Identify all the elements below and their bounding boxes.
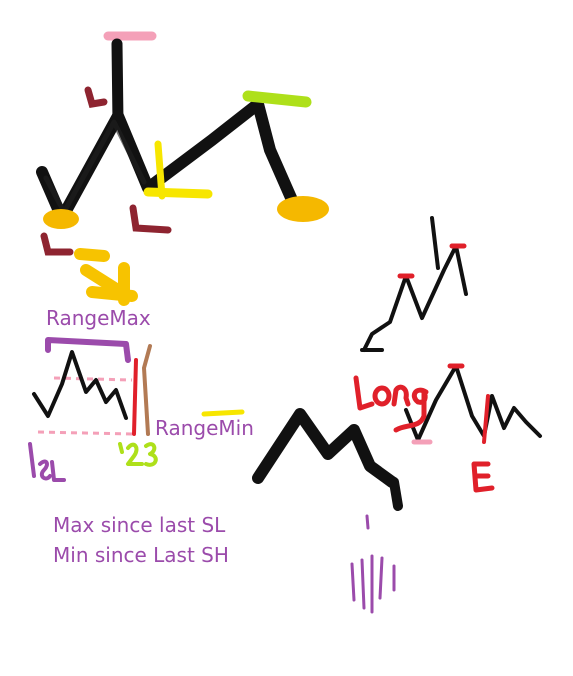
e-handwriting [471,461,495,493]
sl-handwriting [28,442,66,482]
middle-thick-zigzag [252,408,398,488]
range-min-yellow-dash [201,409,245,417]
range-max-label: RangeMax [46,306,151,330]
long-handwriting [353,375,429,433]
right-upper-spike [430,216,440,270]
brown-vertical-mark [141,344,152,436]
max-since-last-sl-note: Max since last SL [53,513,226,537]
range-min-label: RangeMin [155,416,254,440]
gold-blob-right [277,196,329,222]
gold-blob-left [43,209,79,229]
dark-red-mark-upper [84,86,108,108]
black-zigzag-left [36,98,298,224]
lime-cap-mark [242,90,312,108]
dark-red-mark-left [40,232,74,256]
right-upper-sketch [360,216,468,352]
dark-red-mark-mid [129,204,172,234]
sketch-canvas [28,31,542,614]
number-handwriting [118,442,158,467]
red-vertical-entry [482,394,490,444]
range-price-line [32,350,128,420]
top-left-sketch [36,31,329,306]
min-since-last-sh-note: Min since Last SH [53,543,229,567]
middle-tail-stroke [389,477,403,511]
range-min-level [37,430,133,436]
purple-hatch-marks [350,514,396,614]
yellow-horizontal-mark [143,187,213,199]
right-upper-line [362,244,468,352]
range-max-bracket [45,337,131,363]
range-sketch [28,337,245,482]
gold-arrow [74,248,138,306]
middle-sketch [252,408,403,614]
red-vertical-mark [132,358,138,436]
